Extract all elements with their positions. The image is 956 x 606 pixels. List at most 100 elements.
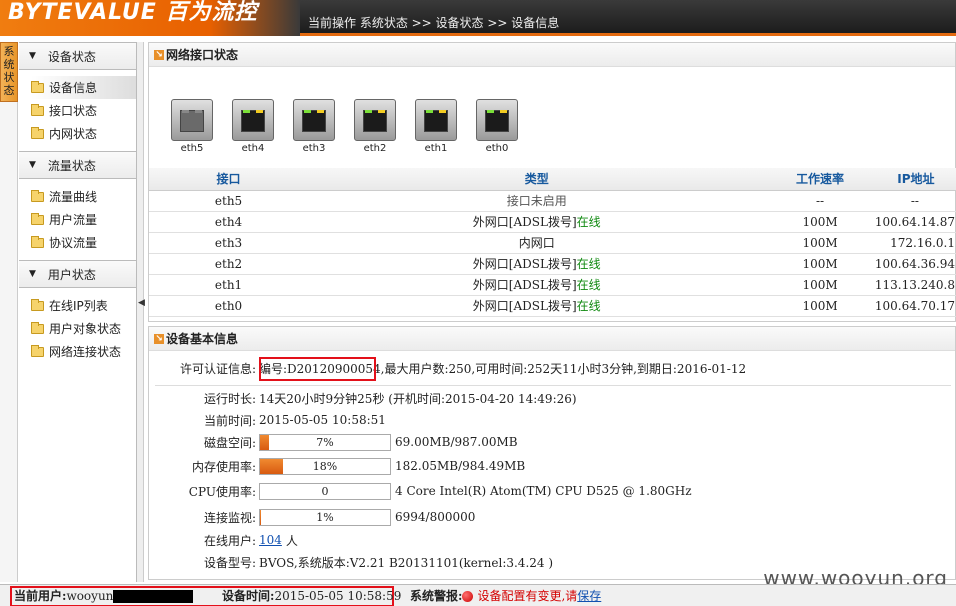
port-eth1[interactable]: eth1 [415,99,457,154]
online-status: 在线 [576,278,601,292]
sidebar-item-lan-status[interactable]: 内网状态 [31,122,136,145]
online-users-link[interactable]: 104 [259,533,282,547]
cell-ip: -- [874,190,956,212]
ethernet-port-icon [476,99,518,141]
divider [155,385,951,386]
folder-icon [31,344,44,357]
sidebar-item-user-traffic[interactable]: 用户流量 [31,208,136,231]
sidebar-item-label: 内网状态 [49,127,98,141]
cell-speed: 100M [765,232,875,254]
sidebar-item-label: 在线IP列表 [49,299,108,313]
system-alert-label: 系统警报: [410,589,463,603]
sidebar-group-device-status[interactable]: ▼ 设备状态 [19,42,136,70]
sidebar-group-traffic-status[interactable]: ▼ 流量状态 [19,151,136,179]
port-label: eth1 [424,143,448,154]
sidebar-group-body: 在线IP列表 用户对象状态 网络连接状态 [19,288,136,369]
sidebar-item-user-object-status[interactable]: 用户对象状态 [31,317,136,340]
cpu-usage-percent: 0 [321,484,329,498]
connection-detail: 6994/800000 [395,510,476,524]
current-time-label: 当前时间: [203,413,256,428]
current-time-row: 当前时间: 2015-05-05 10:58:51 [149,409,956,431]
online-status: 在线 [576,215,601,229]
collapse-sidebar-icon[interactable]: ◀ [138,298,145,308]
breadcrumb: 当前操作 系统状态 >> 设备状态 >> 设备信息 [308,16,560,30]
cell-iface: eth1 [149,274,309,296]
cell-speed: -- [765,190,875,212]
cell-iface: eth2 [149,253,309,275]
save-link[interactable]: 保存 [577,589,601,603]
table-header-row: 接口 类型 工作速率 IP地址 [149,168,956,191]
port-label: eth4 [241,143,265,154]
collapse-arrow-icon: ▼ [29,160,36,170]
column-header-speed: 工作速率 [765,168,875,191]
folder-icon [31,103,44,116]
highlight-box [259,357,376,381]
port-label: eth3 [302,143,326,154]
cell-type: 外网口[ADSL拨号]在线 [308,295,766,317]
column-header-interface: 接口 [149,168,309,191]
port-eth5[interactable]: eth5 [171,99,213,154]
column-header-ip: IP地址 [874,168,956,191]
sidebar-group-label: 设备状态 [47,49,96,64]
folder-icon [31,80,44,93]
connection-usage-percent: 1% [316,510,334,524]
cell-ip: 113.13.240.8 [874,274,956,296]
online-status: 在线 [576,299,601,313]
cpu-usage-bar: 0 [259,482,391,500]
port-eth3[interactable]: eth3 [293,99,335,154]
type-text: 接口未启用 [506,194,567,208]
sidebar-item-device-info[interactable]: 设备信息 [31,76,136,99]
panel-title: ↘ 设备基本信息 [149,327,955,351]
sidebar-group-body: 设备信息 接口状态 内网状态 [19,70,136,151]
cell-speed: 100M [765,211,875,233]
connection-usage-bar: 1% [259,508,391,526]
sidebar-item-label: 协议流量 [49,236,98,250]
table-row: eth2 外网口[ADSL拨号]在线 100M 100.64.36.94 [149,253,956,275]
model-value: BVOS,系统版本:V2.21 B20131101(kernel:3.4.24 … [259,555,554,570]
sidebar-item-traffic-curve[interactable]: 流量曲线 [31,185,136,208]
cpu-label: CPU使用率: [188,484,256,499]
sidebar-group-user-status[interactable]: ▼ 用户状态 [19,260,136,288]
cell-iface: eth0 [149,295,309,317]
sidebar-item-label: 流量曲线 [49,190,98,204]
sidebar-item-online-ip-list[interactable]: 在线IP列表 [31,294,136,317]
sidebar-item-interface-status[interactable]: 接口状态 [31,99,136,122]
port-eth0[interactable]: eth0 [476,99,518,154]
sidebar-item-network-connection-status[interactable]: 网络连接状态 [31,340,136,363]
current-user-value: wooyun [66,589,114,603]
cpu-row: CPU使用率: 0 4 Core Intel(R) Atom(TM) CPU D… [149,480,956,502]
cell-iface: eth3 [149,232,309,254]
sidebar-item-label: 设备信息 [49,81,98,95]
column-header-type: 类型 [308,168,766,191]
ethernet-port-icon [232,99,274,141]
cpu-detail: 4 Core Intel(R) Atom(TM) CPU D525 @ 1.80… [395,484,692,498]
sidebar-item-label: 接口状态 [49,104,98,118]
table-row: eth4 外网口[ADSL拨号]在线 100M 100.64.14.87 [149,211,956,233]
alert-icon [462,591,474,602]
table-row: eth5 接口未启用 -- -- [149,190,956,212]
type-text: 外网口[ADSL拨号] [472,299,577,313]
cell-ip: 100.64.36.94 [874,253,956,275]
sidebar-item-label: 用户对象状态 [49,322,122,336]
current-time-value: 2015-05-05 10:58:51 [259,413,386,427]
sidebar-splitter[interactable] [137,42,144,582]
panel-title-text: 网络接口状态 [166,48,239,62]
disk-usage-bar: 7% [259,433,391,451]
device-time-label: 设备时间: [222,589,275,603]
cell-type: 外网口[ADSL拨号]在线 [308,274,766,296]
network-interface-panel: ↘ 网络接口状态 eth5 eth4 eth3 eth2 eth1 eth0 接… [148,42,956,322]
ethernet-port-icon [354,99,396,141]
logo: BYTEVALUE 百为流控 [8,0,258,25]
system-alert: 系统警报: 设备配置有变更,请保存 [410,587,601,604]
port-eth4[interactable]: eth4 [232,99,274,154]
device-info-panel: ↘ 设备基本信息 许可认证信息: 编号:D20120900054,最大用户数:2… [148,326,956,580]
type-text: 外网口[ADSL拨号] [472,278,577,292]
port-eth2[interactable]: eth2 [354,99,396,154]
online-users-label: 在线用户: [203,533,256,548]
cell-ip: 172.16.0.1 [874,232,956,254]
sidebar-item-label: 用户流量 [49,213,98,227]
sidebar-item-protocol-traffic[interactable]: 协议流量 [31,231,136,254]
cell-speed: 100M [765,253,875,275]
uptime-value: 14天20小时9分钟25秒 (开机时间:2015-04-20 14:49:26) [259,391,577,406]
vertical-tab-system-status[interactable]: 系统状态 [0,42,18,102]
